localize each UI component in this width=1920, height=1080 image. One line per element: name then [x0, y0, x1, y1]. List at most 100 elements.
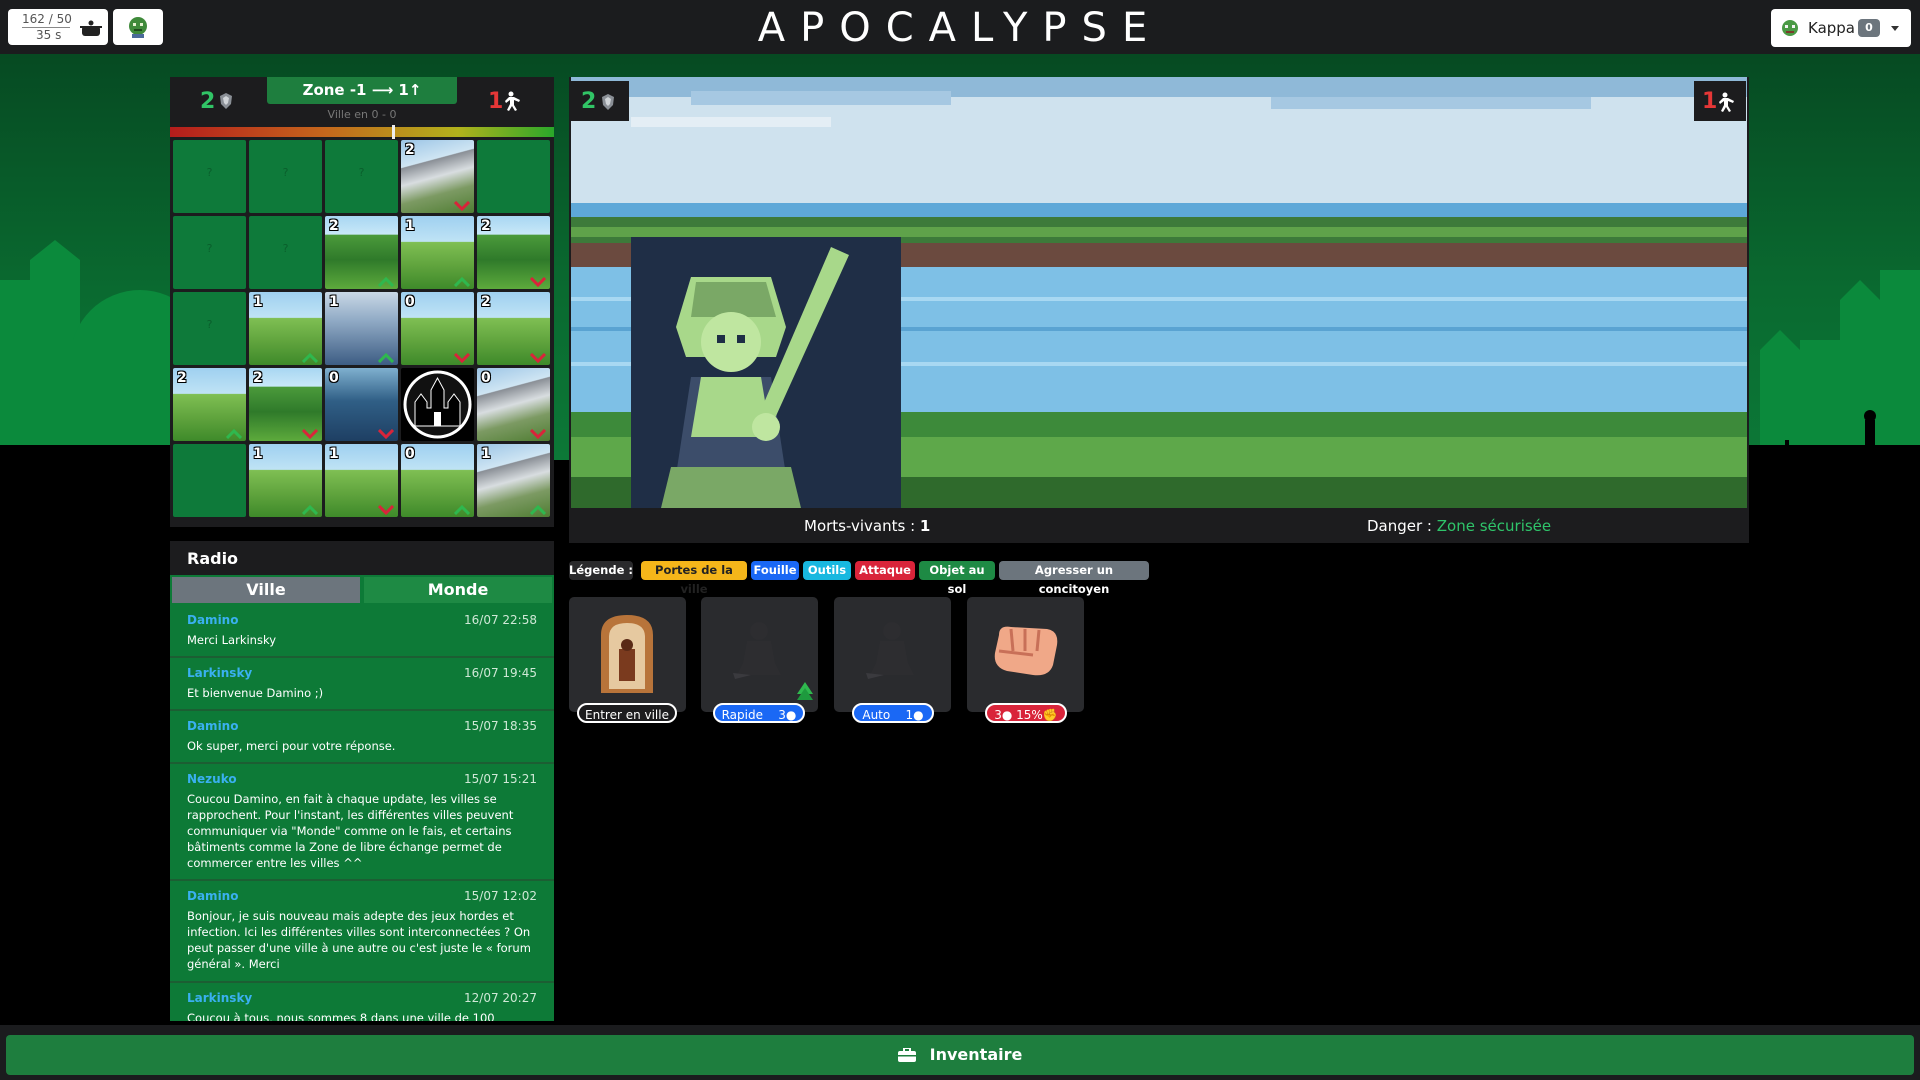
map-cell[interactable]: ?: [249, 216, 322, 289]
message-author[interactable]: Nezuko: [187, 772, 237, 786]
message-author[interactable]: Larkinsky: [187, 991, 252, 1005]
chevron-down-icon: [454, 201, 470, 211]
map-cell[interactable]: 0: [325, 368, 398, 441]
message-date: 12/07 20:27: [464, 991, 537, 1005]
unknown-cell-marker: ?: [206, 318, 213, 331]
chat-message: Larkinsky 12/07 20:27 Coucou à tous, nou…: [170, 983, 554, 1021]
action-card[interactable]: [569, 597, 686, 712]
message-date: 15/07 18:35: [464, 719, 537, 733]
map-cell[interactable]: 0: [401, 444, 474, 517]
danger-info: Danger : Zone sécurisée: [1367, 517, 1551, 535]
legend-portes: Portes de la ville: [641, 561, 747, 596]
inventory-button[interactable]: Inventaire: [6, 1035, 1914, 1075]
undead-info: Morts-vivants : 1: [804, 517, 930, 535]
chevron-down-icon: [530, 277, 546, 287]
map-cell[interactable]: 2: [325, 216, 398, 289]
action-points-box[interactable]: 162 / 50 35 s: [8, 9, 108, 45]
tab-ville[interactable]: Ville: [172, 577, 360, 603]
map-cell[interactable]: ?: [173, 140, 246, 213]
briefcase-icon: [897, 1048, 916, 1062]
radio-panel: Radio Ville Monde Damino 16/07 22:58 Mer…: [170, 541, 554, 1021]
map-cell[interactable]: ?: [173, 292, 246, 365]
fast-search-label: Rapide 3●: [713, 703, 805, 723]
map-cell[interactable]: 2: [477, 216, 550, 289]
character-avatar-button[interactable]: [113, 9, 163, 45]
message-date: 16/07 22:58: [464, 613, 537, 627]
map-cell-town[interactable]: [401, 368, 474, 441]
cell-zombie-count: 1: [481, 446, 491, 462]
auto-search-cost: 1: [905, 708, 914, 722]
map-cell[interactable]: 2: [173, 368, 246, 441]
map-header: 2 Zone -1 ⟶ 1↑ Ville en 0 - 0 1: [170, 77, 554, 127]
danger-status: Zone sécurisée: [1436, 517, 1552, 535]
map-cell[interactable]: [173, 444, 246, 517]
chat-message: Larkinsky 16/07 19:45 Et bienvenue Damin…: [170, 658, 554, 711]
map-cell[interactable]: 1: [325, 444, 398, 517]
allies-count: 2: [200, 89, 216, 114]
message-date: 16/07 19:45: [464, 666, 537, 680]
legend-objet: Objet au sol: [919, 561, 995, 596]
map-cell[interactable]: 2: [249, 368, 322, 441]
attack-cost: 3: [994, 708, 1002, 722]
map-cell[interactable]: 0: [477, 368, 550, 441]
message-author[interactable]: Larkinsky: [187, 666, 252, 680]
auto-search-action[interactable]: Auto 1●: [834, 597, 951, 723]
scene-footer: Morts-vivants : 1 Danger : Zone sécurisé…: [569, 508, 1749, 543]
map-cell[interactable]: 1: [249, 292, 322, 365]
chevron-down-icon: [302, 429, 318, 439]
zone-navigation-button[interactable]: Zone -1 ⟶ 1↑: [267, 77, 457, 104]
cell-zombie-count: 2: [253, 370, 263, 386]
enter-town-action[interactable]: Entrer en ville: [569, 597, 686, 723]
legend-title: Légende :: [569, 561, 633, 580]
attack-action[interactable]: 3● 15%✊: [967, 597, 1084, 723]
zombie-icon: [1719, 92, 1734, 112]
chevron-up-icon: [454, 277, 470, 287]
map-cell[interactable]: 2: [477, 292, 550, 365]
unknown-cell-marker: ?: [358, 166, 365, 179]
user-avatar-icon: [1782, 20, 1798, 36]
message-author[interactable]: Damino: [187, 719, 238, 733]
chevron-down-icon: [530, 353, 546, 363]
fast-search-action[interactable]: Rapide 3●: [701, 597, 818, 723]
map-panel: 2 Zone -1 ⟶ 1↑ Ville en 0 - 0 1 ??? 2?? 2 1…: [170, 77, 554, 527]
tab-monde[interactable]: Monde: [364, 577, 552, 603]
town-coordinates: Ville en 0 - 0: [327, 108, 397, 121]
chevron-down-icon: [378, 429, 394, 439]
auto-search-label: Auto 1●: [852, 703, 934, 723]
map-cell[interactable]: 2: [401, 140, 474, 213]
search-silhouette-icon: [733, 622, 781, 679]
unknown-cell-marker: ?: [282, 166, 289, 179]
map-cell[interactable]: ?: [249, 140, 322, 213]
fast-search-cost: 3: [778, 708, 786, 722]
action-card[interactable]: [967, 597, 1084, 712]
chevron-down-icon: [1891, 26, 1899, 31]
unknown-cell-marker: ?: [206, 242, 213, 255]
message-text: Et bienvenue Damino ;): [187, 686, 324, 700]
map-cell[interactable]: 1: [325, 292, 398, 365]
map-cell[interactable]: 1: [477, 444, 550, 517]
scene-allies-badge: 2: [571, 81, 629, 121]
legend-agresser: Agresser un concitoyen: [999, 561, 1149, 596]
action-card[interactable]: [834, 597, 951, 712]
map-cell[interactable]: 1: [249, 444, 322, 517]
user-menu-dropdown[interactable]: Kappa 0: [1771, 9, 1911, 47]
chevron-up-icon: [454, 505, 470, 515]
cell-zombie-count: 0: [405, 446, 415, 462]
map-cell[interactable]: ?: [173, 216, 246, 289]
zombies-count: 1: [488, 89, 504, 114]
map-cell[interactable]: [477, 140, 550, 213]
chevron-up-icon: [530, 505, 546, 515]
message-author[interactable]: Damino: [187, 613, 238, 627]
inventory-label: Inventaire: [929, 1045, 1023, 1064]
message-author[interactable]: Damino: [187, 889, 238, 903]
map-cell[interactable]: 1: [401, 216, 474, 289]
map-cell[interactable]: ?: [325, 140, 398, 213]
action-card[interactable]: [701, 597, 818, 712]
cell-zombie-count: 1: [329, 294, 339, 310]
auto-search-text: Auto: [862, 708, 891, 722]
chat-message: Nezuko 15/07 15:21 Coucou Damino, en fai…: [170, 764, 554, 881]
chat-message: Damino 16/07 22:58 Merci Larkinsky: [170, 605, 554, 658]
map-cell[interactable]: 0: [401, 292, 474, 365]
chevron-up-icon: [302, 353, 318, 363]
cell-zombie-count: 2: [405, 142, 415, 158]
